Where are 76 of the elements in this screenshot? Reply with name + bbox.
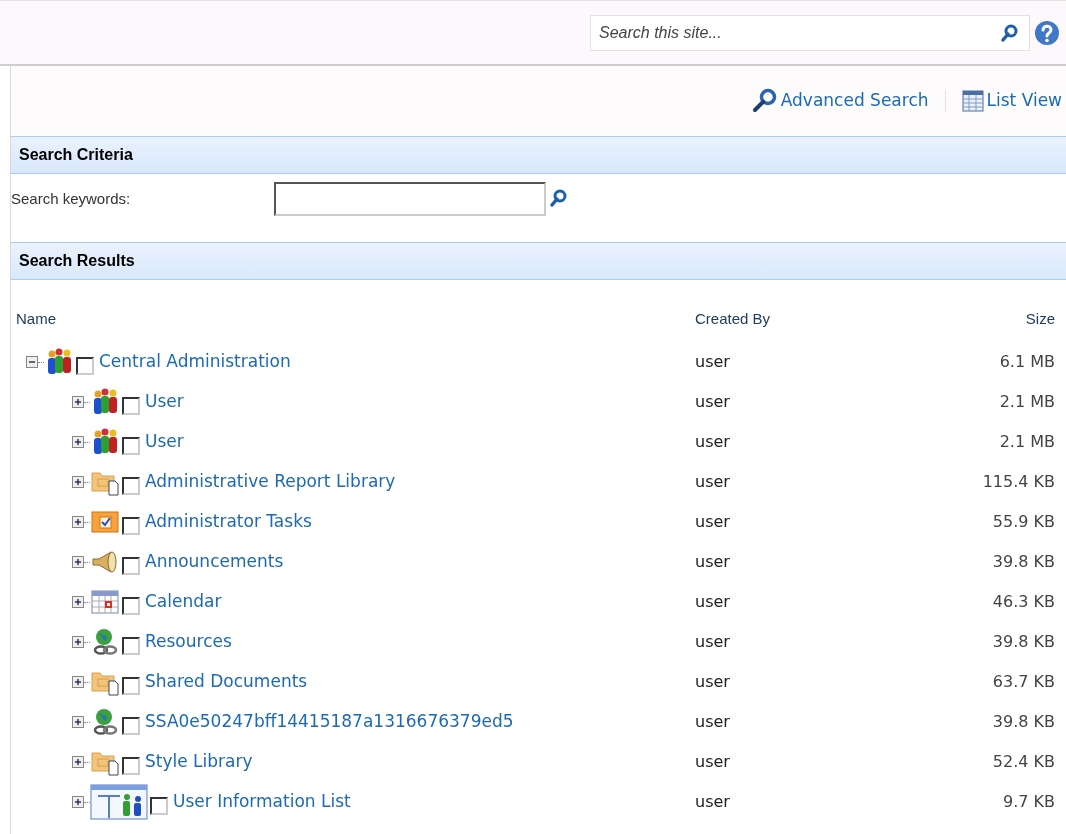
checkbox[interactable] (122, 677, 140, 695)
table-cell: user (695, 432, 730, 451)
table-cell: user (695, 352, 730, 371)
toolbar-link[interactable]: List View (961, 88, 1062, 114)
table-cell: user (695, 632, 730, 651)
item-link[interactable]: Style Library (145, 749, 253, 775)
item-link[interactable]: Central Administration (99, 349, 291, 375)
table-cell: 46.3 KB (992, 592, 1055, 611)
item-link[interactable]: Resources (145, 629, 232, 655)
table-cell: user (695, 512, 730, 531)
site-search-field[interactable]: Search this site... (590, 14, 1030, 51)
toolbar-link[interactable]: Advanced Search (751, 88, 929, 114)
table-cell: user (695, 672, 730, 691)
item-link[interactable]: Announcements (145, 549, 284, 575)
table-cell: user (695, 592, 730, 611)
section-header: Search Results (11, 242, 1066, 280)
item-link[interactable]: SSA0e50247bff14415187a1316676379ed5 (145, 709, 514, 735)
user-list-icon (90, 784, 148, 820)
table-cell: 2.1 MB (999, 432, 1055, 451)
checkbox[interactable] (122, 637, 140, 655)
expand-icon[interactable] (72, 676, 84, 688)
table-cell: 63.7 KB (992, 672, 1055, 691)
checkbox[interactable] (122, 477, 140, 495)
column-header: Name (16, 309, 56, 327)
expand-icon[interactable] (72, 796, 84, 808)
table-cell: 9.7 KB (1003, 792, 1055, 811)
expand-icon[interactable] (72, 476, 84, 488)
table-cell: 115.4 KB (982, 472, 1055, 491)
table-cell: 39.8 KB (992, 552, 1055, 571)
table-cell: user (695, 472, 730, 491)
section-header: Search Criteria (11, 136, 1066, 174)
keywords-field[interactable] (274, 182, 546, 216)
item-link[interactable]: User (145, 389, 184, 415)
help-icon[interactable] (1034, 19, 1060, 46)
expand-icon[interactable] (72, 636, 84, 648)
column-header: Created By (695, 309, 771, 327)
collapse-icon[interactable] (26, 356, 38, 368)
table-cell: user (695, 552, 730, 571)
item-link[interactable]: Administrator Tasks (145, 509, 312, 535)
table-cell: 52.4 KB (992, 752, 1055, 771)
item-link[interactable]: Calendar (145, 589, 222, 615)
checkbox[interactable] (122, 397, 140, 415)
search-icon[interactable] (549, 188, 569, 208)
search-icon (751, 88, 778, 114)
item-link[interactable]: Shared Documents (145, 669, 308, 695)
checkbox[interactable] (150, 797, 168, 815)
expand-icon[interactable] (72, 516, 84, 528)
table-cell: user (695, 752, 730, 771)
item-link[interactable]: User Information List (173, 789, 351, 815)
table-icon (961, 90, 984, 112)
expand-icon[interactable] (72, 756, 84, 768)
table-cell: user (695, 712, 730, 731)
table-cell: 39.8 KB (992, 632, 1055, 651)
table-cell: user (695, 792, 730, 811)
checkbox[interactable] (122, 597, 140, 615)
expand-icon[interactable] (72, 396, 84, 408)
expand-icon[interactable] (72, 596, 84, 608)
calendar-icon (90, 587, 120, 617)
table-cell: 6.1 MB (999, 352, 1055, 371)
checkbox[interactable] (76, 357, 94, 375)
item-link[interactable]: User (145, 429, 184, 455)
column-header: Size (1025, 309, 1055, 327)
expand-icon[interactable] (72, 716, 84, 728)
checkbox[interactable] (122, 437, 140, 455)
field-label: Search keywords: (11, 189, 132, 209)
checkbox[interactable] (122, 557, 140, 575)
checkbox[interactable] (122, 517, 140, 535)
table-cell: 39.8 KB (992, 712, 1055, 731)
expand-icon[interactable] (72, 556, 84, 568)
table-cell: user (695, 392, 730, 411)
expand-icon[interactable] (72, 436, 84, 448)
checkbox[interactable] (122, 757, 140, 775)
checkbox[interactable] (122, 717, 140, 735)
table-cell: 55.9 KB (992, 512, 1055, 531)
table-cell: 2.1 MB (999, 392, 1055, 411)
item-link[interactable]: Administrative Report Library (145, 469, 396, 495)
